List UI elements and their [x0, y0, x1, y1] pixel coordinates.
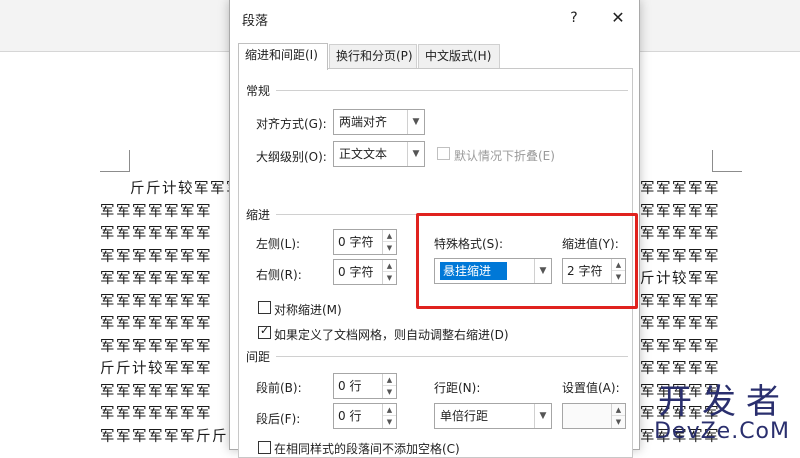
- spin-up-icon[interactable]: ▲: [383, 374, 396, 386]
- section-divider: [276, 90, 628, 91]
- collapse-checkbox[interactable]: [437, 147, 450, 160]
- doc-line: 军军军军军军军: [100, 226, 212, 242]
- tab-asian-typography[interactable]: 中文版式(H): [418, 44, 500, 69]
- spin-up-icon[interactable]: ▲: [383, 260, 396, 272]
- doc-line: 军军军军军: [640, 293, 720, 310]
- outline-level-label: 大纲级别(O):: [256, 150, 327, 164]
- doc-line: 斤斤计较军军军: [130, 181, 230, 197]
- mirror-indents-checkbox[interactable]: [258, 301, 271, 314]
- spin-down-icon[interactable]: ▼: [383, 272, 396, 284]
- spinner-buttons: ▲ ▼: [382, 230, 396, 254]
- dialog-title: 段落: [242, 14, 269, 29]
- doc-line: 军军军军军军军: [100, 248, 212, 265]
- at-label: 设置值(A):: [562, 381, 620, 395]
- doc-line: 军军军军军军军: [100, 271, 212, 287]
- space-before-value: 0 行: [338, 379, 362, 393]
- spinner-buttons: ▲ ▼: [382, 374, 396, 398]
- space-after-spinner[interactable]: 0 行 ▲ ▼: [333, 403, 397, 429]
- line-spacing-value: 单倍行距: [440, 409, 489, 423]
- doc-line: 军军军军军: [640, 361, 720, 377]
- spin-down-icon[interactable]: ▼: [383, 386, 396, 398]
- space-after-label: 段后(F):: [256, 412, 301, 426]
- space-after-value: 0 行: [338, 409, 362, 423]
- doc-line: 军军军军军: [640, 226, 720, 242]
- at-spinner[interactable]: ▲ ▼: [562, 403, 626, 429]
- spinner-buttons: ▲ ▼: [611, 404, 625, 428]
- close-button[interactable]: ✕: [602, 6, 634, 30]
- section-indent-title: 缩进: [246, 208, 271, 222]
- right-indent-spinner[interactable]: 0 字符 ▲ ▼: [333, 259, 397, 285]
- chevron-down-icon[interactable]: ▼: [407, 142, 424, 166]
- alignment-value: 两端对齐: [339, 115, 388, 129]
- left-indent-value: 0 字符: [338, 235, 374, 249]
- alignment-select[interactable]: 两端对齐 ▼: [333, 109, 425, 135]
- chevron-down-icon[interactable]: ▼: [407, 110, 424, 134]
- outline-level-select[interactable]: 正文文本 ▼: [333, 141, 425, 167]
- spin-down-icon[interactable]: ▼: [612, 416, 625, 428]
- auto-adjust-label: 如果定义了文档网格，则自动调整右缩进(D): [274, 328, 509, 342]
- line-spacing-label: 行距(N):: [434, 381, 481, 395]
- spin-up-icon[interactable]: ▲: [383, 404, 396, 416]
- right-indent-label: 右侧(R):: [256, 268, 302, 282]
- chevron-down-icon[interactable]: ▼: [534, 404, 551, 428]
- doc-line: 军军军军军军军: [100, 406, 212, 422]
- section-general-title: 常规: [246, 84, 271, 98]
- doc-line: 军军军军军军军: [100, 338, 212, 355]
- spin-down-icon[interactable]: ▼: [383, 416, 396, 428]
- doc-line: 军军军军军军军: [100, 316, 212, 332]
- no-space-same-style-label: 在相同样式的段落间不添加空格(C): [274, 442, 460, 456]
- doc-line: 军军军军军: [640, 203, 720, 220]
- doc-line: 军军军军军: [640, 338, 720, 355]
- watermark-domain: DevZe.CoM: [654, 419, 790, 444]
- tab-indents-spacing[interactable]: 缩进和间距(I): [238, 43, 328, 70]
- doc-line: 斤斤计较军军军: [100, 361, 212, 377]
- section-spacing-title: 间距: [246, 350, 271, 364]
- outline-level-value: 正文文本: [339, 147, 388, 161]
- watermark: 开发者 DevZe.CoM: [654, 384, 790, 444]
- left-indent-label: 左侧(L):: [256, 237, 301, 251]
- spinner-buttons: ▲ ▼: [382, 404, 396, 428]
- mirror-indents-label: 对称缩进(M): [274, 303, 342, 317]
- doc-line: 军军军军军军军: [100, 383, 212, 400]
- spin-up-icon[interactable]: ▲: [383, 230, 396, 242]
- spin-down-icon[interactable]: ▼: [383, 242, 396, 254]
- section-divider: [276, 356, 628, 357]
- left-indent-spinner[interactable]: 0 字符 ▲ ▼: [333, 229, 397, 255]
- alignment-label: 对齐方式(G):: [256, 117, 327, 131]
- doc-line: 军军军军军: [640, 181, 720, 197]
- highlight-annotation: [416, 213, 638, 309]
- doc-line: 斤计较军军: [640, 271, 720, 287]
- margin-corner-left: [100, 150, 130, 172]
- help-button[interactable]: ?: [558, 6, 590, 30]
- collapse-label: 默认情况下折叠(E): [454, 149, 555, 163]
- line-spacing-select[interactable]: 单倍行距 ▼: [434, 403, 552, 429]
- right-indent-value: 0 字符: [338, 265, 374, 279]
- doc-line: 军军军军军: [640, 248, 720, 265]
- doc-line: 军军军军军军军: [100, 293, 212, 310]
- doc-line: 军军军军军: [640, 316, 720, 332]
- auto-adjust-checkbox[interactable]: [258, 324, 271, 339]
- doc-line: 军军军军军军军: [100, 203, 212, 220]
- margin-corner-right: [712, 150, 742, 172]
- no-space-same-style-checkbox[interactable]: [258, 441, 271, 454]
- spinner-buttons: ▲ ▼: [382, 260, 396, 284]
- watermark-title: 开发者: [658, 382, 790, 422]
- space-before-spinner[interactable]: 0 行 ▲ ▼: [333, 373, 397, 399]
- doc-line: 军军军军军军斤斤: [100, 428, 228, 445]
- space-before-label: 段前(B):: [256, 381, 302, 395]
- spin-up-icon[interactable]: ▲: [612, 404, 625, 416]
- dialog-titlebar[interactable]: 段落 ? ✕: [230, 0, 639, 36]
- document-text-left: 斤斤计较军军军 军军军军军军军 军军军军军军军 军军军军军军军 军军军军军军军 …: [100, 178, 230, 448]
- tab-line-page-breaks[interactable]: 换行和分页(P): [329, 44, 417, 69]
